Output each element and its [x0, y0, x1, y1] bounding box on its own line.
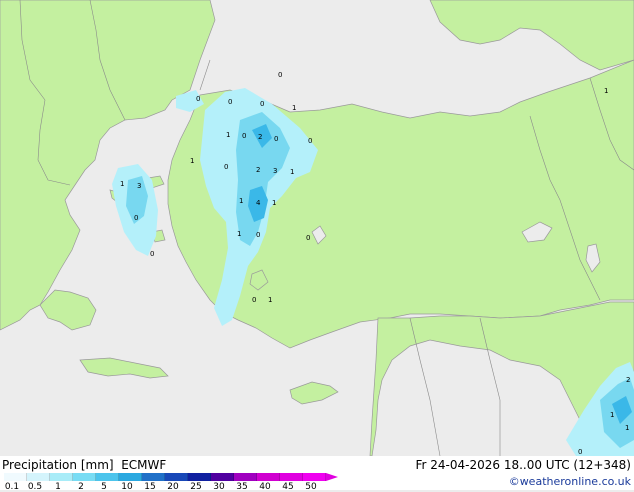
value-label: 0	[252, 296, 256, 304]
colorbar-tick-label: 25	[190, 482, 202, 492]
value-label: 1	[268, 296, 272, 304]
value-label: 1	[290, 168, 294, 176]
value-label: 1	[610, 411, 614, 419]
value-label: 0	[256, 231, 260, 239]
colorbar-swatch	[142, 473, 165, 481]
value-label: 0	[242, 132, 246, 140]
value-label: 2	[256, 166, 260, 174]
value-label: 1	[226, 131, 230, 139]
value-label: 4	[256, 199, 261, 207]
value-label: 0	[150, 250, 154, 258]
colorbar-swatch	[257, 473, 280, 481]
forecast-datetime: Fr 24-04-2026 18..00 UTC (12+348)	[415, 458, 631, 472]
value-label: 1	[120, 180, 124, 188]
value-label: 0	[260, 100, 264, 108]
colorbar-swatch	[4, 473, 27, 481]
colorbar-tick-label: 50	[305, 482, 317, 492]
colorbar-tick-label: 0.5	[27, 482, 43, 492]
colorbar-swatch	[73, 473, 96, 481]
colorbar-swatch	[188, 473, 211, 481]
colorbar-swatch	[50, 473, 73, 481]
precipitation-colorbar	[4, 473, 338, 481]
value-label: 2	[258, 133, 262, 141]
value-label: 3	[273, 167, 277, 175]
value-label: 2	[626, 376, 630, 384]
value-label: 0	[306, 234, 310, 242]
colorbar-tick-label: 5	[101, 482, 107, 492]
colorbar-tick-label: 45	[282, 482, 294, 492]
value-label: 0	[228, 98, 232, 106]
colorbar-swatch	[280, 473, 303, 481]
colorbar-tick-label: 10	[121, 482, 133, 492]
source-credit[interactable]: ©weatheronline.co.uk	[509, 475, 631, 488]
colorbar-tick-label: 0.1	[4, 482, 20, 492]
colorbar-swatch	[165, 473, 188, 481]
colorbar-swatch	[119, 473, 142, 481]
value-label: 1	[272, 199, 276, 207]
colorbar-tick-label: 2	[78, 482, 84, 492]
colorbar-tick-labels: 0.1 0.5 1 2 5 10 15 20 25 30 35 40 45 50	[0, 482, 340, 492]
colorbar-arrow	[326, 473, 338, 481]
colorbar-tick-label: 1	[55, 482, 61, 492]
precipitation-map: 0 0 1 1 0 1 0 0 1 0 0 0 1 2 2 3 1 3 1 4 …	[0, 0, 634, 490]
colorbar-swatch	[96, 473, 119, 481]
value-label: 0	[308, 137, 312, 145]
value-label: 1	[190, 157, 194, 165]
colorbar-swatch	[234, 473, 257, 481]
value-label: 1	[237, 230, 241, 238]
colorbar-tick-label: 35	[236, 482, 248, 492]
value-label: 3	[137, 182, 141, 190]
value-label: 0	[134, 214, 138, 222]
colorbar-swatch	[211, 473, 234, 481]
value-label: 0	[224, 163, 228, 171]
colorbar-swatch	[303, 473, 326, 481]
value-label: 0	[196, 95, 200, 103]
colorbar-tick-label: 40	[259, 482, 271, 492]
value-label: 1	[625, 424, 629, 432]
colorbar-tick-label: 20	[167, 482, 179, 492]
value-label: 0	[278, 71, 282, 79]
value-label: 1	[292, 104, 296, 112]
map-title: Precipitation [mm] ECMWF	[2, 458, 167, 472]
value-label: 0	[274, 135, 278, 143]
value-label: 1	[604, 87, 608, 95]
value-label: 0	[578, 448, 582, 456]
colorbar-swatch	[27, 473, 50, 481]
colorbar-tick-label: 30	[213, 482, 225, 492]
colorbar-tick-label: 15	[144, 482, 156, 492]
value-label: 1	[239, 197, 243, 205]
